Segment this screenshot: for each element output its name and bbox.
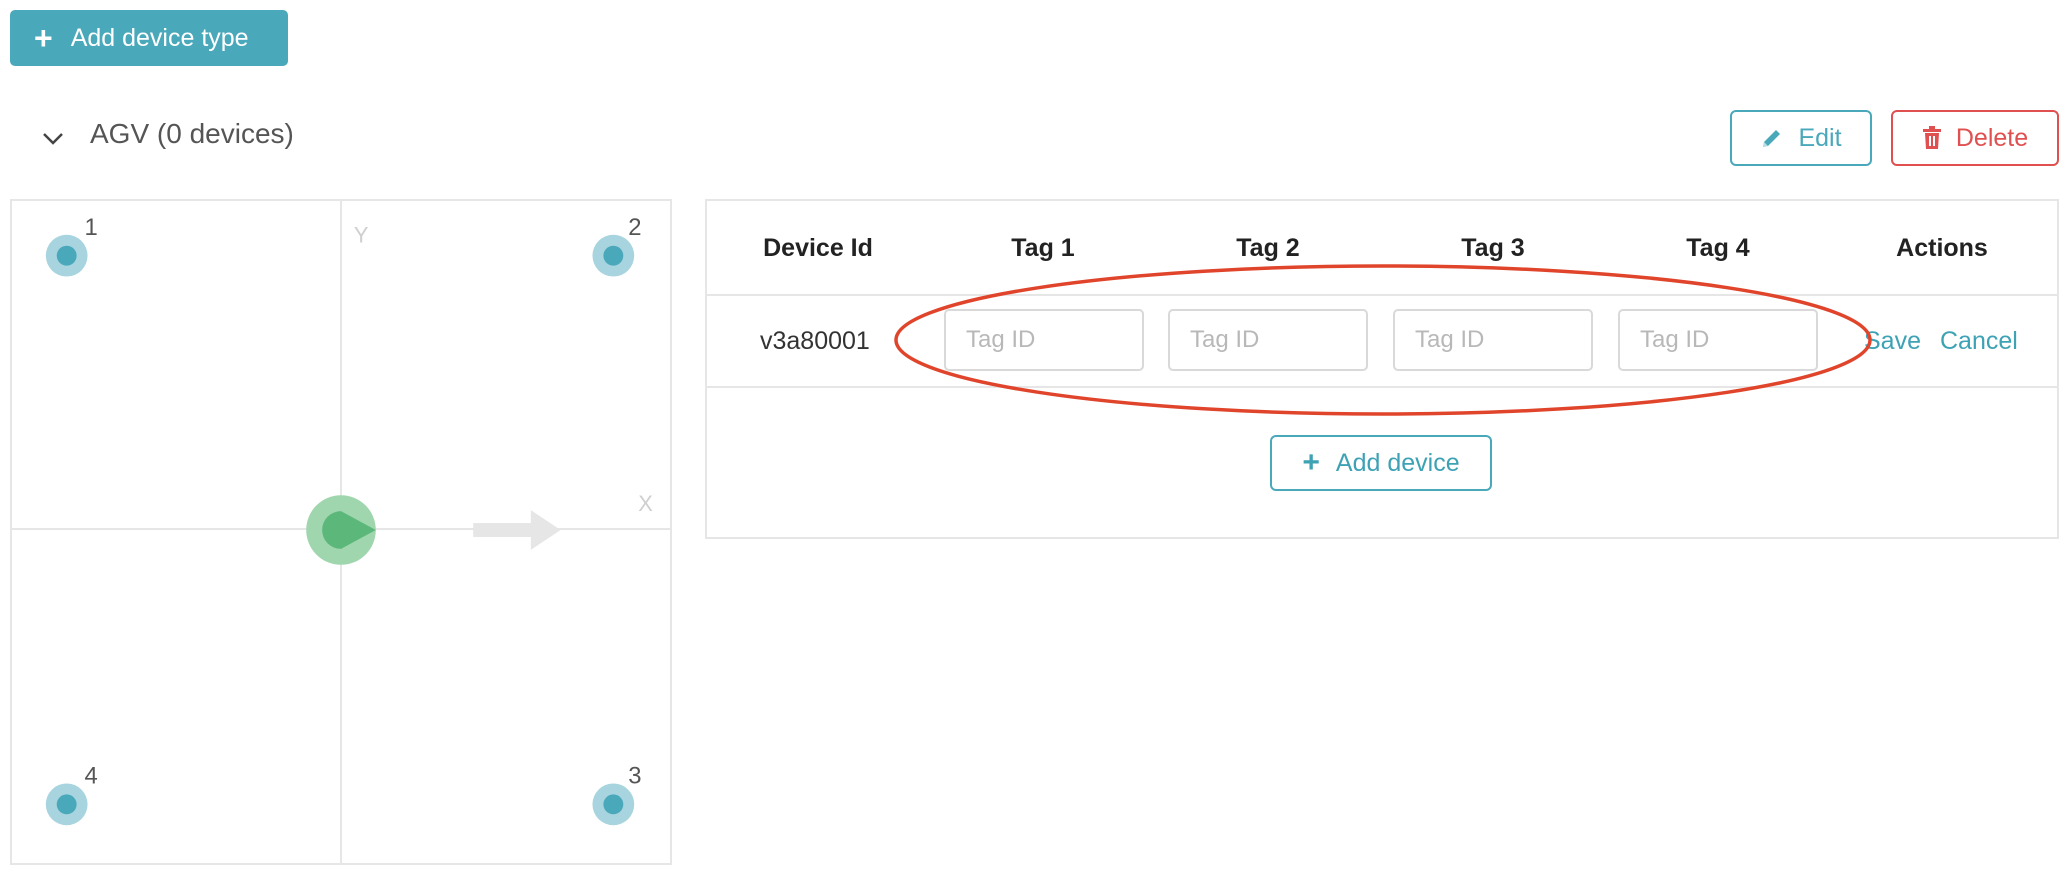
row-divider [707, 386, 2057, 388]
x-axis-label: X [638, 491, 653, 516]
header-tag-2: Tag 2 [1236, 234, 1300, 262]
tag-3-input[interactable] [1393, 309, 1593, 371]
tag-2-input[interactable] [1168, 309, 1368, 371]
svg-text:1: 1 [85, 214, 98, 241]
vehicle-marker [306, 495, 376, 565]
device-type-title: AGV (0 devices) [90, 118, 294, 149]
tag-1-input[interactable] [944, 309, 1144, 371]
delete-button[interactable]: Delete [1891, 110, 2059, 166]
svg-text:4: 4 [85, 762, 98, 789]
svg-text:3: 3 [628, 762, 641, 789]
svg-text:2: 2 [628, 214, 641, 241]
header-tag-4: Tag 4 [1686, 234, 1750, 262]
header-device-id: Device Id [763, 234, 873, 262]
header-tag-3: Tag 3 [1461, 234, 1525, 262]
add-device-button[interactable]: + Add device [1270, 435, 1492, 491]
save-link[interactable]: Save [1864, 327, 1921, 356]
header-actions: Actions [1896, 234, 1988, 262]
add-device-type-label: Add device type [70, 23, 249, 52]
chevron-down-icon[interactable] [38, 124, 68, 154]
anchor-4: 4 [45, 762, 98, 826]
add-device-type-button[interactable]: + Add device type [10, 10, 288, 66]
edit-button[interactable]: Edit [1730, 110, 1872, 166]
cancel-link[interactable]: Cancel [1940, 327, 2018, 356]
anchor-1: 1 [45, 214, 98, 277]
device-id-cell: v3a80001 [760, 327, 870, 355]
add-device-label: Add device [1335, 448, 1460, 477]
anchor-3: 3 [592, 762, 642, 826]
delete-label: Delete [1955, 123, 2029, 152]
vehicle-tag-map: Y X 1 2 3 4 [10, 199, 672, 865]
header-tag-1: Tag 1 [1011, 234, 1075, 262]
plus-icon: + [34, 20, 53, 56]
plus-icon: + [1302, 446, 1320, 479]
anchor-2: 2 [592, 214, 642, 277]
edit-label: Edit [1798, 123, 1842, 152]
tag-4-input[interactable] [1618, 309, 1818, 371]
direction-arrow-icon [473, 510, 561, 550]
y-axis-label: Y [354, 223, 369, 248]
trash-icon [1922, 126, 1941, 149]
pencil-icon [1763, 130, 1781, 147]
header-divider [707, 294, 2057, 296]
